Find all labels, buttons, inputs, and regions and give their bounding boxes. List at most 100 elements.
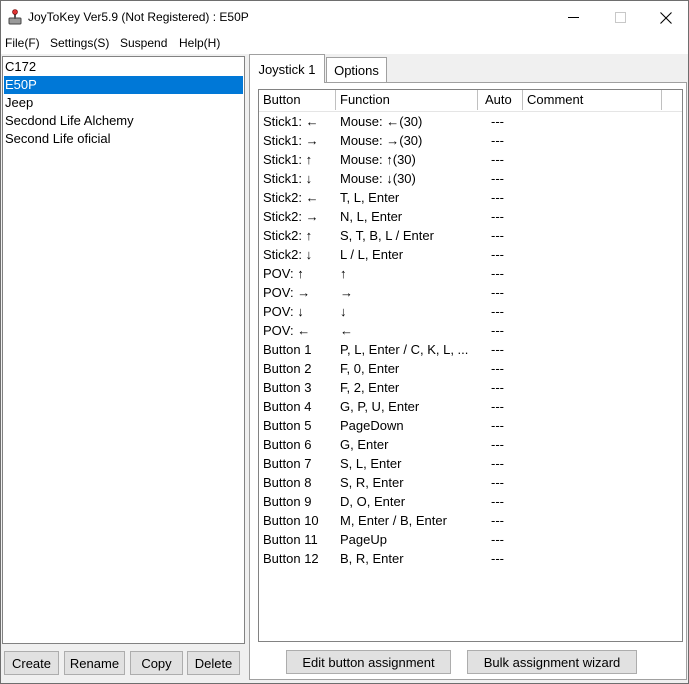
table-row[interactable]: Stick2: ↓ L / L, Enter ---	[259, 245, 682, 264]
cell-function: PageUp	[340, 532, 387, 547]
cell-auto: ---	[491, 209, 504, 224]
table-row[interactable]: POV: → → ---	[259, 283, 682, 302]
config-item-secdond-life-alchemy[interactable]: Secdond Life Alchemy	[4, 112, 243, 130]
table-row[interactable]: Button 4 G, P, U, Enter ---	[259, 397, 682, 416]
config-item-second-life-oficial[interactable]: Second Life oficial	[4, 130, 243, 148]
cell-button: Button 3	[263, 380, 312, 395]
column-header-function[interactable]: Function	[336, 90, 478, 110]
cell-auto: ---	[491, 114, 504, 129]
window-title: JoyToKey Ver5.9 (Not Registered) : E50P	[28, 10, 249, 24]
maximize-icon	[614, 12, 626, 23]
minimize-button[interactable]	[550, 1, 596, 34]
table-row[interactable]: Button 9 D, O, Enter ---	[259, 492, 682, 511]
cell-function: ↑	[340, 266, 347, 281]
column-header-button[interactable]: Button	[259, 90, 336, 110]
copy-button[interactable]: Copy	[130, 651, 183, 675]
title-bar[interactable]: JoyToKey Ver5.9 (Not Registered) : E50P	[1, 1, 688, 34]
cell-auto: ---	[491, 228, 504, 243]
config-item-jeep[interactable]: Jeep	[4, 94, 243, 112]
minimize-icon	[567, 17, 579, 18]
delete-button[interactable]: Delete	[187, 651, 240, 675]
menu-bar: File(F) Settings(S) Suspend Help(H)	[1, 34, 688, 54]
cell-function: G, Enter	[340, 437, 389, 452]
cell-function: M, Enter / B, Enter	[340, 513, 447, 528]
cell-button: Stick2: →	[263, 209, 319, 224]
cell-button: Button 11	[263, 532, 318, 547]
table-row[interactable]: Button 2 F, 0, Enter ---	[259, 359, 682, 378]
cell-function: F, 2, Enter	[340, 380, 400, 395]
tab-joystick-1[interactable]: Joystick 1	[249, 54, 325, 83]
table-row[interactable]: Stick2: ↑ S, T, B, L / Enter ---	[259, 226, 682, 245]
edit-button-assignment-button[interactable]: Edit button assignment	[286, 650, 451, 674]
cell-button: Button 10	[263, 513, 319, 528]
cell-auto: ---	[491, 133, 504, 148]
config-list[interactable]: C172 E50P Jeep Secdond Life Alchemy Seco…	[2, 56, 245, 644]
table-row[interactable]: Stick1: ↑ Mouse: ↑(30) ---	[259, 150, 682, 169]
cell-auto: ---	[491, 266, 504, 281]
cell-auto: ---	[491, 171, 504, 186]
cell-button: Stick1: ↓	[263, 171, 313, 186]
cell-auto: ---	[491, 437, 504, 452]
table-row[interactable]: Stick1: ← Mouse: ←(30) ---	[259, 112, 682, 131]
table-row[interactable]: Button 5 PageDown ---	[259, 416, 682, 435]
table-row[interactable]: Button 7 S, L, Enter ---	[259, 454, 682, 473]
cell-function: Mouse: →(30)	[340, 133, 423, 148]
cell-auto: ---	[491, 399, 504, 414]
cell-button: Button 2	[263, 361, 312, 376]
cell-button: Stick2: ↓	[263, 247, 313, 262]
menu-help[interactable]: Help(H)	[179, 36, 220, 50]
cell-button: POV: ↑	[263, 266, 304, 281]
maximize-button[interactable]	[597, 1, 643, 34]
cell-auto: ---	[491, 285, 504, 300]
table-row[interactable]: Stick2: ← T, L, Enter ---	[259, 188, 682, 207]
cell-function: Mouse: ↑(30)	[340, 152, 416, 167]
config-item-e50p[interactable]: E50P	[4, 76, 243, 94]
cell-auto: ---	[491, 342, 504, 357]
menu-settings[interactable]: Settings(S)	[50, 36, 109, 50]
app-window: JoyToKey Ver5.9 (Not Registered) : E50P …	[0, 0, 689, 684]
create-button[interactable]: Create	[4, 651, 59, 675]
table-row[interactable]: Button 10 M, Enter / B, Enter ---	[259, 511, 682, 530]
close-button[interactable]	[643, 1, 689, 34]
table-row[interactable]: Button 6 G, Enter ---	[259, 435, 682, 454]
table-row[interactable]: POV: ← ← ---	[259, 321, 682, 340]
cell-button: Button 12	[263, 551, 319, 566]
table-row[interactable]: Stick1: → Mouse: →(30) ---	[259, 131, 682, 150]
tab-options[interactable]: Options	[326, 57, 387, 82]
cell-button: Button 9	[263, 494, 312, 509]
rename-button[interactable]: Rename	[64, 651, 125, 675]
table-row[interactable]: Stick2: → N, L, Enter ---	[259, 207, 682, 226]
table-row[interactable]: Button 3 F, 2, Enter ---	[259, 378, 682, 397]
cell-auto: ---	[491, 247, 504, 262]
cell-button: POV: →	[263, 285, 311, 300]
cell-auto: ---	[491, 551, 504, 566]
cell-auto: ---	[491, 456, 504, 471]
cell-function: L / L, Enter	[340, 247, 404, 262]
table-row[interactable]: Button 1 P, L, Enter / C, K, L, ... ---	[259, 340, 682, 359]
menu-suspend[interactable]: Suspend	[120, 36, 167, 50]
cell-function: Mouse: ←(30)	[340, 114, 423, 129]
cell-auto: ---	[491, 494, 504, 509]
cell-auto: ---	[491, 323, 504, 338]
table-row[interactable]: Button 11 PageUp ---	[259, 530, 682, 549]
table-row[interactable]: POV: ↑ ↑ ---	[259, 264, 682, 283]
table-row[interactable]: Button 8 S, R, Enter ---	[259, 473, 682, 492]
cell-auto: ---	[491, 304, 504, 319]
cell-auto: ---	[491, 475, 504, 490]
table-row[interactable]: Button 12 B, R, Enter ---	[259, 549, 682, 568]
column-header-auto[interactable]: Auto	[478, 90, 523, 110]
bulk-assignment-wizard-button[interactable]: Bulk assignment wizard	[467, 650, 637, 674]
table-row[interactable]: Stick1: ↓ Mouse: ↓(30) ---	[259, 169, 682, 188]
cell-function: ←	[340, 323, 353, 338]
cell-auto: ---	[491, 361, 504, 376]
table-row[interactable]: POV: ↓ ↓ ---	[259, 302, 682, 321]
menu-file[interactable]: File(F)	[5, 36, 40, 50]
list-header: Button Function Auto Comment	[259, 90, 682, 112]
config-item-c172[interactable]: C172	[4, 58, 243, 76]
assignment-list[interactable]: Button Function Auto Comment Stick1: ← Mo…	[258, 89, 683, 642]
cell-auto: ---	[491, 190, 504, 205]
column-header-comment[interactable]: Comment	[523, 90, 662, 110]
cell-function: →	[340, 285, 353, 300]
cell-function: ↓	[340, 304, 347, 319]
cell-function: Mouse: ↓(30)	[340, 171, 416, 186]
